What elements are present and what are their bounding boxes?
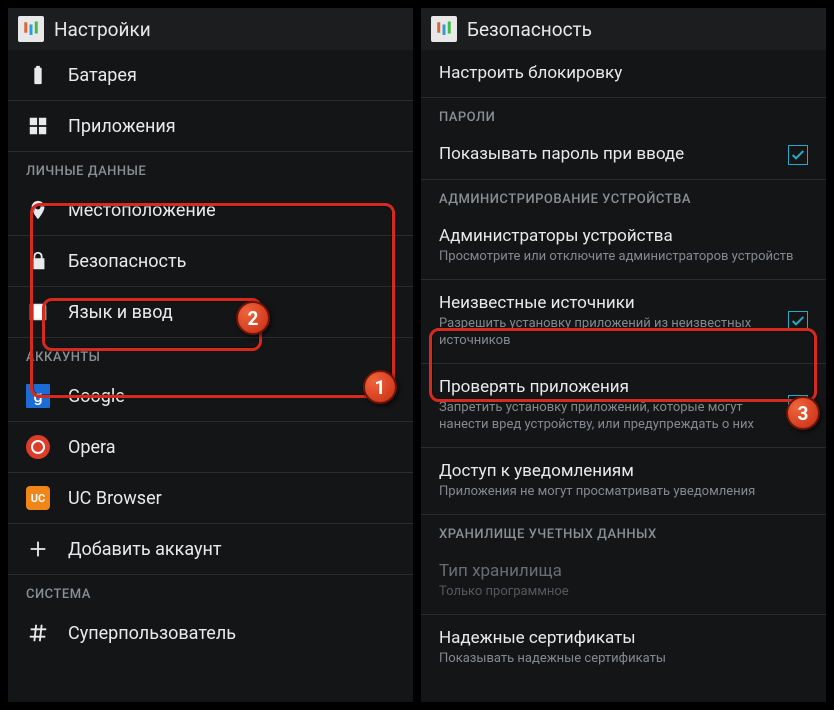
label-google: Google: [68, 386, 125, 407]
label-add-account: Добавить аккаунт: [68, 539, 222, 560]
plus-icon: [26, 537, 50, 561]
label-trusted-certs: Надежные сертификаты: [439, 628, 808, 649]
badge-2: 2: [236, 301, 270, 335]
badge-1: 1: [363, 370, 397, 404]
opera-icon: [26, 435, 50, 459]
sub-trusted-certs: Показывать надежные сертификаты: [439, 651, 808, 668]
uc-icon: UC: [26, 486, 50, 510]
label-superuser: Суперпользователь: [68, 623, 236, 644]
checkbox-show-password[interactable]: [788, 145, 808, 165]
item-show-password[interactable]: Показывать пароль при вводе: [421, 131, 826, 179]
language-icon: [26, 300, 50, 324]
item-security[interactable]: Безопасность: [8, 236, 413, 287]
label-device-admins: Администраторы устройства: [439, 226, 808, 247]
label-security: Безопасность: [68, 251, 186, 272]
item-google[interactable]: g Google: [8, 371, 413, 422]
item-add-account[interactable]: Добавить аккаунт: [8, 524, 413, 575]
label-unknown-sources: Неизвестные источники: [439, 293, 778, 314]
titlebar-settings: Настройки: [8, 8, 413, 50]
item-superuser[interactable]: Суперпользователь: [8, 608, 413, 658]
label-location: Местоположение: [68, 200, 216, 221]
hash-icon: [26, 621, 50, 645]
item-device-admins[interactable]: Администраторы устройства Просмотрите ил…: [421, 213, 826, 280]
label-notif-access: Доступ к уведомлениям: [439, 461, 808, 482]
badge-3: 3: [786, 396, 820, 430]
item-uc[interactable]: UC UC Browser: [8, 473, 413, 524]
sub-unknown-sources: Разрешить установку приложений из неизве…: [439, 316, 778, 350]
apps-icon: [26, 114, 50, 138]
label-show-password: Показывать пароль при вводе: [439, 144, 778, 165]
header-passwords: ПАРОЛИ: [421, 98, 826, 131]
item-storage-type: Тип хранилища Только программное: [421, 548, 826, 615]
header-system: СИСТЕМА: [8, 575, 413, 608]
item-unknown-sources[interactable]: Неизвестные источники Разрешить установк…: [421, 280, 826, 364]
label-opera: Opera: [68, 437, 116, 458]
sub-verify-apps: Запретить установку приложений, которые …: [439, 400, 778, 434]
label-apps: Приложения: [68, 116, 176, 137]
google-icon: g: [26, 384, 50, 408]
label-battery: Батарея: [68, 65, 137, 86]
header-device-admin: АДМИНИСТРИРОВАНИЕ УСТРОЙСТВА: [421, 180, 826, 213]
header-personal: ЛИЧНЫЕ ДАННЫЕ: [8, 152, 413, 185]
label-uc: UC Browser: [68, 488, 162, 509]
header-credentials: ХРАНИЛИЩЕ УЧЕТНЫХ ДАННЫХ: [421, 515, 826, 548]
titlebar-security: Безопасность: [421, 8, 826, 50]
item-trusted-certs[interactable]: Надежные сертификаты Показывать надежные…: [421, 615, 826, 681]
item-configure-lock[interactable]: Настроить блокировку: [421, 50, 826, 98]
item-opera[interactable]: Opera: [8, 422, 413, 473]
sub-device-admins: Просмотрите или отключите администраторо…: [439, 249, 808, 266]
title-security: Безопасность: [467, 18, 592, 41]
label-verify-apps: Проверять приложения: [439, 377, 778, 398]
item-language[interactable]: Язык и ввод: [8, 287, 413, 338]
label-storage-type: Тип хранилища: [439, 561, 808, 582]
battery-icon: [26, 63, 50, 87]
item-verify-apps[interactable]: Проверять приложения Запретить установку…: [421, 364, 826, 448]
label-configure-lock: Настроить блокировку: [439, 63, 808, 84]
settings-app-icon: [18, 16, 44, 42]
settings-app-icon-2: [431, 16, 457, 42]
item-apps[interactable]: Приложения: [8, 101, 413, 152]
settings-screen: Настройки Батарея Приложения ЛИЧНЫЕ ДАНН…: [8, 8, 413, 702]
sub-storage-type: Только программное: [439, 584, 808, 601]
lock-icon: [26, 249, 50, 273]
security-screen: Безопасность Настроить блокировку ПАРОЛИ…: [421, 8, 826, 702]
item-notif-access[interactable]: Доступ к уведомлениям Приложения не могу…: [421, 448, 826, 515]
location-icon: [26, 198, 50, 222]
header-accounts: АККАУНТЫ: [8, 338, 413, 371]
item-battery[interactable]: Батарея: [8, 50, 413, 101]
sub-notif-access: Приложения не могут просматривать уведом…: [439, 484, 808, 501]
item-location[interactable]: Местоположение: [8, 185, 413, 236]
checkbox-unknown-sources[interactable]: [788, 311, 808, 331]
label-language: Язык и ввод: [68, 302, 173, 323]
title-settings: Настройки: [54, 18, 151, 41]
